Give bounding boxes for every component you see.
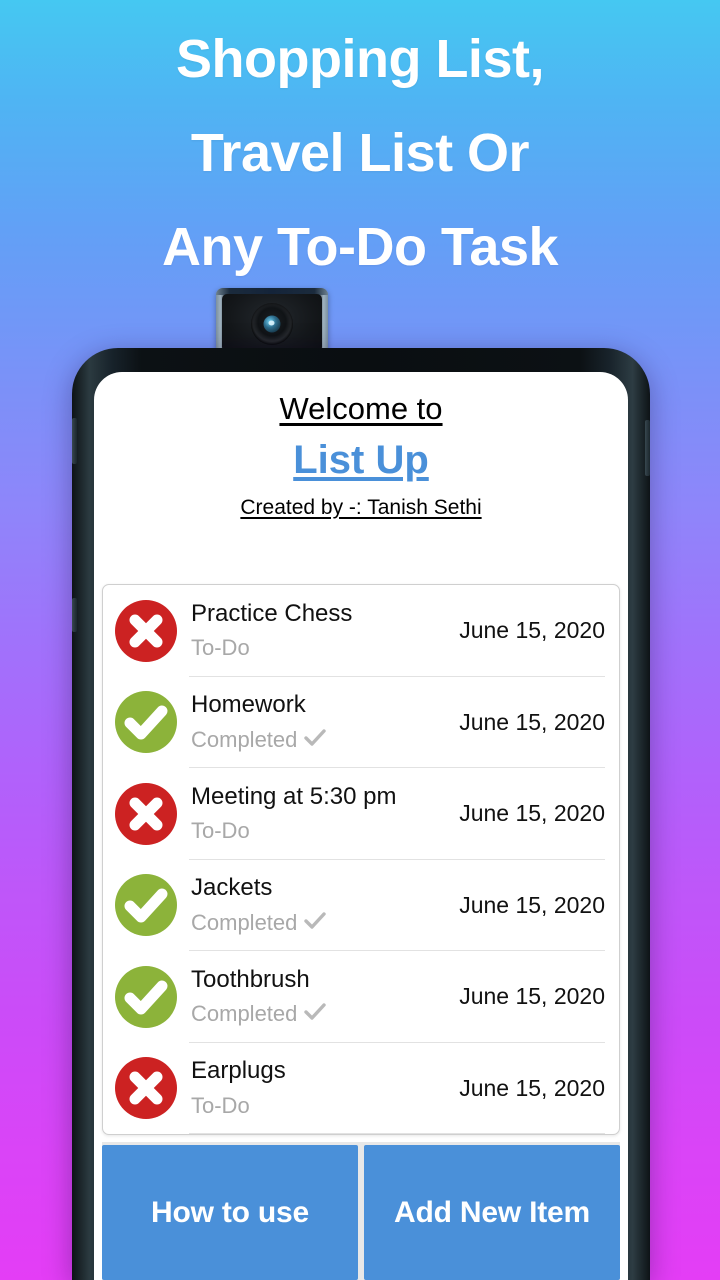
headline-line-1: Shopping List, xyxy=(176,29,544,89)
app-name-text: List Up xyxy=(293,437,429,482)
task-status-label: To-Do xyxy=(191,1092,250,1118)
bottom-button-bar: How to use Add New Item xyxy=(102,1145,620,1280)
table-row[interactable]: Earplugs To-Do June 15, 2020 xyxy=(103,1043,619,1134)
camera-lens-glint xyxy=(268,320,275,326)
table-row[interactable]: Toothbrush Completed June 15, 2020 xyxy=(103,951,619,1043)
phone-side-button-left-1 xyxy=(72,418,77,464)
task-status-label: To-Do xyxy=(191,635,250,661)
task-date: June 15, 2020 xyxy=(459,983,605,1010)
table-row[interactable]: Jackets Completed June 15, 2020 xyxy=(103,860,619,951)
table-row[interactable]: Homework Completed June 15, 2020 xyxy=(103,677,619,768)
task-status-label: To-Do xyxy=(191,818,250,844)
task-title: Practice Chess xyxy=(191,599,353,627)
task-title: Toothbrush xyxy=(191,965,310,993)
camera-lens-ring xyxy=(251,303,293,346)
task-status: To-Do xyxy=(191,1092,453,1120)
task-status-label: Completed xyxy=(191,909,298,935)
task-text-group: Meeting at 5:30 pm To-Do xyxy=(191,783,453,845)
task-text-group: Earplugs To-Do xyxy=(191,1057,453,1119)
task-title: Meeting at 5:30 pm xyxy=(191,782,397,810)
task-date: June 15, 2020 xyxy=(459,1074,605,1101)
red-cross-circle-icon[interactable] xyxy=(115,782,177,845)
task-date: June 15, 2020 xyxy=(459,617,605,644)
task-status: To-Do xyxy=(191,817,453,845)
task-text-group: Toothbrush Completed xyxy=(191,966,453,1028)
welcome-title-text: Welcome to xyxy=(279,391,443,426)
headline-line-2: Travel List Or xyxy=(190,123,530,183)
task-text-group: Jackets Completed xyxy=(191,874,453,936)
camera-lens-glass xyxy=(263,315,281,333)
completed-check-icon xyxy=(304,1000,327,1028)
phone-mockup: Welcome to List Up Created by -: Tanish … xyxy=(72,348,650,1280)
task-date: June 15, 2020 xyxy=(459,891,605,918)
app-header: Welcome to List Up Created by -: Tanish … xyxy=(94,372,628,527)
green-check-circle-icon[interactable] xyxy=(115,691,177,754)
table-row[interactable]: Meeting at 5:30 pm To-Do June 15, 2020 xyxy=(103,768,619,860)
app-name-title: List Up xyxy=(94,435,628,486)
task-list-card: Practice Chess To-Do June 15, 2020 Homew… xyxy=(102,584,620,1135)
green-check-circle-icon[interactable] xyxy=(115,965,177,1028)
task-title: Jackets xyxy=(191,874,273,902)
green-check-circle-icon[interactable] xyxy=(115,874,177,937)
red-cross-circle-icon[interactable] xyxy=(115,599,177,662)
completed-check-icon xyxy=(304,909,327,937)
phone-side-button-left-2 xyxy=(72,598,77,632)
task-date: June 15, 2020 xyxy=(459,800,605,827)
task-text-group: Practice Chess To-Do xyxy=(191,600,453,662)
phone-screen: Welcome to List Up Created by -: Tanish … xyxy=(94,372,628,1280)
task-status-label: Completed xyxy=(191,1001,298,1027)
red-cross-circle-icon[interactable] xyxy=(115,1057,177,1120)
phone-side-button-right xyxy=(645,420,650,476)
completed-check-icon xyxy=(304,726,327,754)
headline-line-3: Any To-Do Task xyxy=(161,217,559,277)
task-title: Earplugs xyxy=(191,1057,286,1085)
task-title: Homework xyxy=(191,691,306,719)
task-date: June 15, 2020 xyxy=(459,708,605,735)
task-status: Completed xyxy=(191,909,453,937)
task-status: Completed xyxy=(191,1000,453,1028)
task-status: Completed xyxy=(191,726,453,754)
popup-selfie-camera-icon xyxy=(216,288,328,352)
promo-headline: Shopping List, Travel List Or Any To-Do … xyxy=(0,12,720,294)
task-status: To-Do xyxy=(191,634,453,662)
add-new-item-button[interactable]: Add New Item xyxy=(364,1145,620,1280)
task-status-label: Completed xyxy=(191,726,298,752)
credit-text: Created by -: Tanish Sethi xyxy=(240,495,482,519)
welcome-title: Welcome to xyxy=(94,390,628,429)
task-text-group: Homework Completed xyxy=(191,691,453,753)
table-row[interactable]: Practice Chess To-Do June 15, 2020 xyxy=(103,585,619,677)
row-divider xyxy=(189,1133,605,1134)
how-to-use-button[interactable]: How to use xyxy=(102,1145,358,1280)
credit-line: Created by -: Tanish Sethi xyxy=(94,494,628,521)
camera-body xyxy=(222,294,322,352)
